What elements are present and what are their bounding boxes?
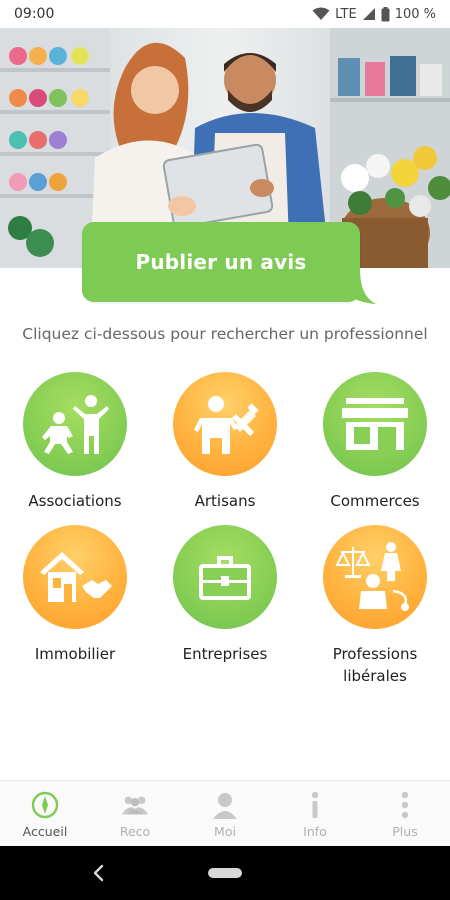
category-associations[interactable]: Associations xyxy=(0,372,150,512)
wifi-icon xyxy=(312,7,330,21)
info-icon xyxy=(300,791,330,819)
house-handshake-icon xyxy=(23,525,127,629)
bubble-tail xyxy=(338,270,376,304)
justice-medical-icon xyxy=(323,525,427,629)
briefcase-icon xyxy=(173,525,277,629)
nav-accueil[interactable]: Accueil xyxy=(0,781,90,846)
category-label: Immobilier xyxy=(34,645,116,663)
nav-label: Info xyxy=(303,824,327,839)
bottom-nav: Accueil Reco Moi Info Plus xyxy=(0,780,450,846)
back-icon[interactable] xyxy=(88,862,110,884)
nav-plus[interactable]: Plus xyxy=(360,781,450,846)
category-entreprises[interactable]: Entreprises xyxy=(150,525,300,665)
nav-label: Accueil xyxy=(22,824,68,839)
group-icon xyxy=(120,791,150,819)
nav-reco[interactable]: Reco xyxy=(90,781,180,846)
storefront-icon xyxy=(323,372,427,476)
network-type: LTE xyxy=(335,6,357,22)
worker-tools-icon xyxy=(173,372,277,476)
compass-icon xyxy=(30,791,60,819)
more-vertical-icon xyxy=(390,791,420,819)
category-label: Commerces xyxy=(330,492,420,510)
category-label: Associations xyxy=(28,492,122,510)
publish-review-button[interactable]: Publier un avis xyxy=(82,222,360,302)
system-nav-bar xyxy=(0,846,450,900)
person-icon xyxy=(210,791,240,819)
category-artisans[interactable]: Artisans xyxy=(150,372,300,512)
publish-review-label: Publier un avis xyxy=(135,250,307,274)
status-indicators: LTE 100 % xyxy=(312,6,436,22)
signal-icon xyxy=(362,7,376,21)
category-label: Professions libérales xyxy=(332,645,418,685)
status-bar: 09:00 LTE 100 % xyxy=(0,0,450,28)
nav-info[interactable]: Info xyxy=(270,781,360,846)
category-immobilier[interactable]: Immobilier xyxy=(0,525,150,665)
battery-level: 100 % xyxy=(394,6,436,22)
nav-label: Plus xyxy=(392,824,418,839)
nav-label: Reco xyxy=(119,824,151,839)
category-commerces[interactable]: Commerces xyxy=(300,372,450,512)
status-time: 09:00 xyxy=(14,6,55,22)
category-professions-liberales[interactable]: Professions libérales xyxy=(300,525,450,687)
category-label: Artisans xyxy=(194,492,256,510)
home-pill[interactable] xyxy=(208,868,242,878)
nav-moi[interactable]: Moi xyxy=(180,781,270,846)
search-instruction: Cliquez ci-dessous pour rechercher un pr… xyxy=(22,325,428,343)
battery-icon xyxy=(381,6,390,22)
nav-label: Moi xyxy=(214,824,236,839)
category-label: Entreprises xyxy=(182,645,268,663)
people-icon xyxy=(23,372,127,476)
